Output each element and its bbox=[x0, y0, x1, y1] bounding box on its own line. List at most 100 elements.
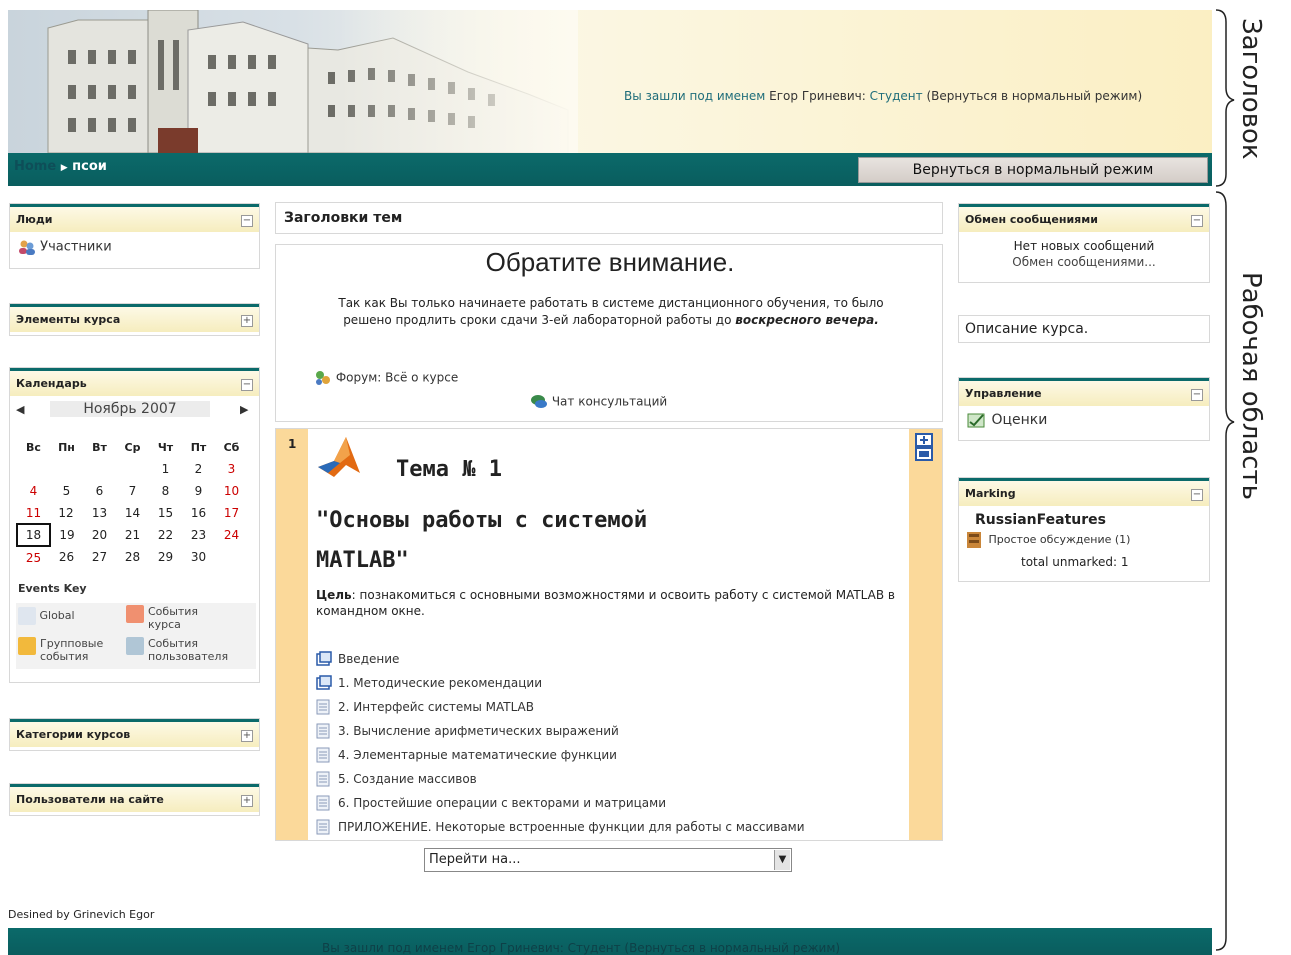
dropdown-arrow-icon[interactable]: ▼ bbox=[774, 850, 790, 870]
calendar-weekday: Чт bbox=[157, 440, 174, 454]
calendar-weekday: Ср bbox=[124, 440, 141, 454]
expand-toggle[interactable]: + bbox=[241, 730, 253, 742]
highlight-topic-icon[interactable] bbox=[915, 433, 933, 465]
calendar-day[interactable]: 22 bbox=[149, 524, 182, 546]
resource-link[interactable]: ПРИЛОЖЕНИЕ. Некоторые встроенные функции… bbox=[316, 815, 805, 839]
calendar-weekday: Пн bbox=[58, 440, 75, 454]
resource-link[interactable]: 4. Элементарные математические функции bbox=[316, 743, 805, 767]
resource-label: ПРИЛОЖЕНИЕ. Некоторые встроенные функции… bbox=[338, 820, 805, 834]
calendar-day[interactable]: 3 bbox=[215, 458, 248, 480]
calendar-day[interactable]: 23 bbox=[182, 524, 215, 546]
calendar-day[interactable]: 9 bbox=[182, 480, 215, 502]
next-month-icon[interactable]: ▶ bbox=[240, 403, 248, 416]
calendar-day[interactable]: 26 bbox=[50, 546, 83, 568]
forum-link[interactable]: Форум: Всё о курсе bbox=[314, 369, 458, 387]
participants-link[interactable]: Участники bbox=[40, 240, 112, 255]
annotation-header-label: Заголовок bbox=[1236, 18, 1266, 160]
return-normal-link[interactable]: (Вернуться в нормальный режим) bbox=[926, 89, 1142, 103]
course-event-icon bbox=[126, 605, 144, 623]
calendar-day[interactable]: 15 bbox=[149, 502, 182, 524]
collapse-toggle[interactable]: − bbox=[1191, 215, 1203, 227]
calendar-day[interactable]: 6 bbox=[83, 480, 116, 502]
calendar-day[interactable]: 17 bbox=[215, 502, 248, 524]
discussion-label: Простое обсуждение (1) bbox=[988, 533, 1131, 546]
block-messages: Обмен сообщениями − Нет новых сообщений О… bbox=[958, 203, 1210, 283]
chat-icon bbox=[530, 393, 548, 411]
jump-to-select[interactable]: Перейти на... ▼ bbox=[424, 848, 792, 872]
calendar-day[interactable]: 24 bbox=[215, 524, 248, 546]
marking-course[interactable]: RussianFeatures bbox=[959, 506, 1209, 528]
resource-link[interactable]: Введение bbox=[316, 647, 805, 671]
footer-login-info: Вы зашли под именем Егор Гриневич: Студе… bbox=[322, 941, 841, 955]
calendar-day[interactable]: 29 bbox=[149, 546, 182, 568]
marking-discussion[interactable]: Простое обсуждение (1) bbox=[959, 528, 1209, 549]
event-key-label: курса bbox=[148, 618, 181, 631]
calendar-day[interactable]: 8 bbox=[149, 480, 182, 502]
event-key-label: Групповые bbox=[40, 637, 104, 650]
resource-link[interactable]: 2. Интерфейс системы MATLAB bbox=[316, 695, 805, 719]
event-key-label: События bbox=[148, 637, 199, 650]
block-course-categories: Категории курсов + bbox=[9, 718, 260, 751]
collapse-toggle[interactable]: − bbox=[1191, 389, 1203, 401]
topic-subtitle: "Основы работы с системой MATLAB" bbox=[316, 508, 648, 573]
collapse-toggle[interactable]: − bbox=[241, 215, 253, 227]
calendar-day[interactable]: 18 bbox=[16, 523, 51, 547]
resource-link[interactable]: 1. Методические рекомендации bbox=[316, 671, 805, 695]
block-elements-title: Элементы курса bbox=[16, 313, 121, 326]
calendar-weekday: Сб bbox=[223, 440, 240, 454]
event-key-course[interactable]: События курса bbox=[126, 605, 198, 631]
expand-toggle[interactable]: + bbox=[241, 315, 253, 327]
block-administration: Управление − Оценки bbox=[958, 377, 1210, 441]
user-name-link[interactable]: Егор Гриневич bbox=[769, 89, 862, 103]
topic-right-strip bbox=[909, 429, 942, 840]
role-label: Студент bbox=[869, 89, 923, 103]
messages-link[interactable]: Обмен сообщениями... bbox=[959, 254, 1209, 270]
breadcrumb-home[interactable]: Home bbox=[14, 159, 56, 174]
event-key-user[interactable]: События пользователя bbox=[126, 637, 228, 663]
calendar-day[interactable]: 30 bbox=[182, 546, 215, 568]
chat-label: Чат консультаций bbox=[551, 394, 668, 409]
calendar-day[interactable]: 10 bbox=[215, 480, 248, 502]
calendar-day[interactable]: 27 bbox=[83, 546, 116, 568]
annotation-work-area: Рабочая область bbox=[1234, 272, 1274, 552]
collapse-toggle[interactable]: − bbox=[241, 379, 253, 391]
prev-month-icon[interactable]: ◀ bbox=[16, 403, 24, 416]
calendar-day[interactable]: 5 bbox=[50, 480, 83, 502]
calendar-empty bbox=[17, 458, 50, 480]
calendar-day[interactable]: 11 bbox=[17, 502, 50, 524]
calendar-day[interactable]: 4 bbox=[17, 480, 50, 502]
course-description[interactable]: Описание курса. bbox=[958, 315, 1210, 343]
calendar-day[interactable]: 1 bbox=[149, 458, 182, 480]
calendar-day[interactable]: 16 bbox=[182, 502, 215, 524]
resource-link[interactable]: 6. Простейшие операции с векторами и мат… bbox=[316, 791, 805, 815]
calendar-day[interactable]: 14 bbox=[116, 502, 149, 524]
calendar-day[interactable]: 12 bbox=[50, 502, 83, 524]
calendar-day[interactable]: 7 bbox=[116, 480, 149, 502]
calendar-day[interactable]: 2 bbox=[182, 458, 215, 480]
resource-link[interactable]: 5. Создание массивов bbox=[316, 767, 805, 791]
calendar-day[interactable]: 13 bbox=[83, 502, 116, 524]
document-icon bbox=[316, 699, 330, 715]
event-key-global[interactable]: Global bbox=[18, 607, 75, 625]
collapse-toggle[interactable]: − bbox=[1191, 489, 1203, 501]
block-calendar-title: Календарь bbox=[16, 377, 87, 390]
return-normal-button[interactable]: Вернуться в нормальный режим bbox=[858, 157, 1208, 183]
participants-icon bbox=[18, 239, 36, 255]
topic-title: Тема № 1 bbox=[396, 457, 502, 482]
expand-toggle[interactable]: + bbox=[241, 795, 253, 807]
calendar-day[interactable]: 20 bbox=[83, 524, 116, 546]
marking-total: total unmarked: 1 bbox=[1021, 555, 1129, 569]
resource-link[interactable]: 3. Вычисление арифметических выражений bbox=[316, 719, 805, 743]
resource-label: 1. Методические рекомендации bbox=[338, 676, 543, 690]
calendar-empty bbox=[50, 458, 83, 480]
calendar-day[interactable]: 21 bbox=[116, 524, 149, 546]
calendar-day[interactable]: 19 bbox=[50, 524, 83, 546]
event-key-group[interactable]: Групповые события bbox=[18, 637, 103, 663]
calendar-day[interactable]: 25 bbox=[17, 546, 50, 568]
chat-link[interactable]: Чат консультаций bbox=[530, 393, 667, 411]
resource-label: 3. Вычисление арифметических выражений bbox=[338, 724, 619, 738]
grades-link[interactable]: Оценки bbox=[991, 412, 1047, 428]
calendar-day[interactable]: 28 bbox=[116, 546, 149, 568]
calendar-month[interactable]: Ноябрь 2007 bbox=[50, 401, 210, 417]
block-calendar: Календарь − ◀ Ноябрь 2007 ▶ Вс Пн Вт Ср Чт Пт С… bbox=[9, 367, 260, 683]
